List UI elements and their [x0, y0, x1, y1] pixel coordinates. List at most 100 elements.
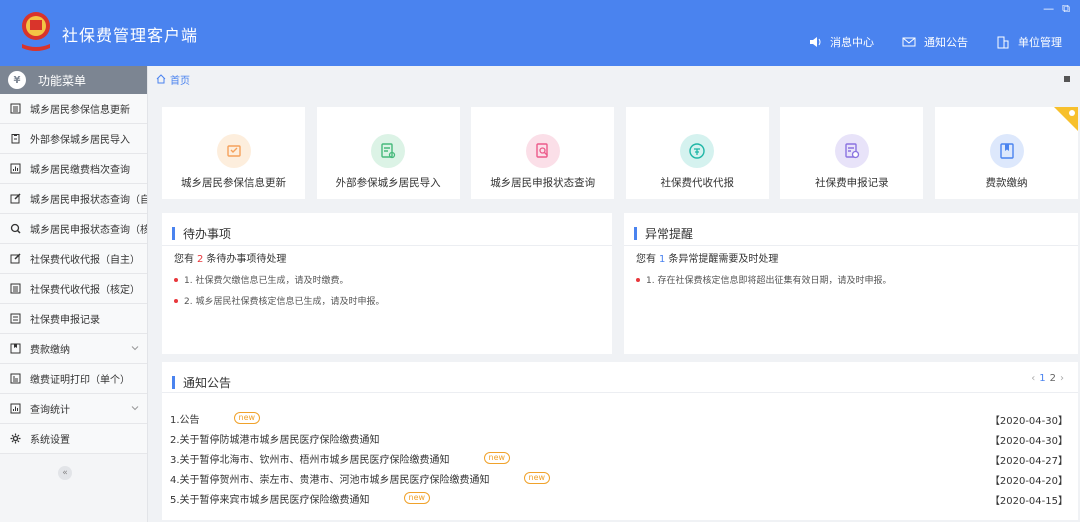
notice-title: 通知公告: [183, 376, 232, 390]
alert-item[interactable]: 1. 存在社保费核定信息即将超出征集有效日期，请及时申报。: [636, 269, 891, 290]
sidebar-item-7[interactable]: 社保费申报记录: [0, 304, 147, 334]
quick-card-5[interactable]: 费款缴纳: [935, 107, 1078, 199]
quick-card-4[interactable]: 社保费申报记录: [780, 107, 924, 199]
edit-icon: [10, 253, 21, 264]
notice-date: 【2020-04-20】: [989, 476, 1068, 487]
nav-message-center[interactable]: 消息中心: [808, 34, 874, 50]
clipboard-icon: [11, 134, 20, 144]
bullet-icon: [174, 277, 178, 282]
notice-list: 1.公告 new 【2020-04-30】 2.关于暂停防城港市城乡居民医疗保险缴费通…: [170, 408, 1068, 508]
user-doc-icon: [371, 134, 406, 168]
todo-item-text: 2. 城乡居民社保费核定信息已生成，请及时申报。: [184, 297, 385, 307]
new-badge: new: [483, 452, 511, 464]
alert-title: 异常提醒: [645, 227, 694, 241]
chevron-down-icon: [131, 346, 139, 351]
collapse-sidebar-button[interactable]: «: [58, 466, 72, 480]
search-doc-icon: [525, 134, 560, 168]
coin-icon: [680, 134, 715, 168]
gear-icon: [10, 433, 21, 444]
badge-dot-icon: [1069, 110, 1075, 116]
sidebar-item-10[interactable]: 查询统计: [0, 394, 147, 424]
quick-card-2[interactable]: 城乡居民申报状态查询: [471, 107, 615, 199]
sidebar-item-3[interactable]: 城乡居民申报状态查询（自主: [0, 184, 147, 214]
notice-title-text: 5.关于暂停来宾市城乡居民医疗保险缴费通知: [170, 494, 370, 506]
tax-emblem-logo: [22, 12, 50, 51]
sidebar-item-label: 费款缴纳: [30, 345, 70, 356]
menu-header-title: 功能菜单: [38, 73, 87, 88]
title-bar: 社保费管理客户端 — ⧉ 消息中心 通知公告 单位管理: [0, 0, 1080, 66]
sidebar-item-label: 社保费申报记录: [30, 315, 100, 326]
sidebar-item-label: 查询统计: [30, 405, 70, 416]
new-badge: new: [233, 412, 261, 424]
nav-notices[interactable]: 通知公告: [902, 34, 968, 50]
yuan-icon: ¥: [8, 71, 26, 89]
bullet-icon: [636, 277, 640, 282]
pager-next[interactable]: ›: [1060, 373, 1064, 384]
notice-panel: 通知公告 ‹ 1 2 › 1.公告 new 【2020-04-30】 2.关于暂停防城…: [162, 362, 1078, 520]
todo-title: 待办事项: [183, 227, 232, 241]
notice-date: 【2020-04-27】: [989, 456, 1068, 467]
notice-date: 【2020-04-15】: [989, 496, 1068, 507]
speaker-icon: [810, 37, 821, 47]
chart-icon: [10, 163, 21, 174]
alert-summary: 您有 1 条异常提醒需要及时处理: [636, 254, 779, 265]
sidebar-item-5[interactable]: 社保费代收代报（自主）: [0, 244, 147, 274]
todo-item[interactable]: 1. 社保费欠缴信息已生成，请及时缴费。: [174, 269, 384, 290]
doc-icon: [10, 313, 21, 324]
nav-unit-management[interactable]: 单位管理: [996, 34, 1062, 50]
restore-button[interactable]: ⧉: [1062, 2, 1070, 16]
quick-card-label: 城乡居民申报状态查询: [490, 177, 596, 189]
image-check-icon: [216, 134, 251, 168]
quick-cards: 城乡居民参保信息更新 外部参保城乡居民导入 城乡居民申报状态查询 社保费代收代报 社保费…: [162, 107, 1080, 199]
menu-header: ¥ 功能菜单: [0, 66, 147, 94]
tab-menu-icon[interactable]: [1064, 76, 1070, 82]
minimize-button[interactable]: —: [1043, 2, 1054, 16]
book-icon: [10, 343, 21, 354]
mail-icon: [902, 37, 916, 47]
quick-card-1[interactable]: 外部参保城乡居民导入: [316, 107, 460, 199]
quick-card-label: 社保费申报记录: [815, 177, 889, 189]
notice-title-text: 4.关于暂停贺州市、崇左市、贵港市、河池市城乡居民医疗保险缴费通知: [170, 474, 490, 486]
record-icon: [834, 134, 869, 168]
notice-date: 【2020-04-30】: [989, 436, 1068, 447]
notice-row[interactable]: 1.公告 new 【2020-04-30】: [170, 408, 1068, 428]
sidebar-item-label: 社保费代收代报（核定）: [30, 285, 140, 296]
sidebar-item-6[interactable]: 社保费代收代报（核定）: [0, 274, 147, 304]
sidebar-item-9[interactable]: 缴费证明打印（单个）: [0, 364, 147, 394]
window-controls: — ⧉: [1043, 2, 1070, 16]
sidebar-item-2[interactable]: 城乡居民缴费档次查询: [0, 154, 147, 184]
notice-row[interactable]: 4.关于暂停贺州市、崇左市、贵港市、河池市城乡居民医疗保险缴费通知 new 【202…: [170, 468, 1068, 488]
todo-item[interactable]: 2. 城乡居民社保费核定信息已生成，请及时申报。: [174, 290, 384, 311]
notice-row[interactable]: 5.关于暂停来宾市城乡居民医疗保险缴费通知 new 【2020-04-15】: [170, 488, 1068, 508]
pager-page-1[interactable]: 1: [1039, 373, 1045, 384]
todo-summary: 您有 2 条待办事项待处理: [174, 254, 287, 265]
sidebar-item-label: 城乡居民申报状态查询（自主: [30, 195, 147, 206]
notice-row[interactable]: 3.关于暂停北海市、钦州市、梧州市城乡居民医疗保险缴费通知 new 【2020-04…: [170, 448, 1068, 468]
bookmark-icon: [989, 134, 1024, 168]
notice-title-text: 3.关于暂停北海市、钦州市、梧州市城乡居民医疗保险缴费通知: [170, 454, 450, 466]
sidebar-item-8[interactable]: 费款缴纳: [0, 334, 147, 364]
menu-list: 城乡居民参保信息更新 外部参保城乡居民导入城乡居民缴费档次查询城乡居民申报状态查询…: [0, 94, 147, 454]
todo-list: 1. 社保费欠缴信息已生成，请及时缴费。 2. 城乡居民社保费核定信息已生成，请及…: [174, 269, 384, 311]
sidebar-item-4[interactable]: 城乡居民申报状态查询（核定: [0, 214, 147, 244]
quick-card-0[interactable]: 城乡居民参保信息更新: [162, 107, 305, 199]
breadcrumb-home[interactable]: 首页: [170, 72, 190, 87]
sidebar-item-0[interactable]: 城乡居民参保信息更新: [0, 94, 147, 124]
quick-card-3[interactable]: 社保费代收代报: [625, 107, 769, 199]
home-icon: [156, 74, 166, 84]
sidebar-item-label: 城乡居民缴费档次查询: [30, 165, 130, 176]
todo-panel: 待办事项 您有 2 条待办事项待处理 1. 社保费欠缴信息已生成，请及时缴费。 2. …: [162, 213, 612, 354]
notice-row[interactable]: 2.关于暂停防城港市城乡居民医疗保险缴费通知 【2020-04-30】: [170, 428, 1068, 448]
sidebar-item-11[interactable]: 系统设置: [0, 424, 147, 454]
alert-list: 1. 存在社保费核定信息即将超出征集有效日期，请及时申报。: [636, 269, 891, 290]
pager-page-2[interactable]: 2: [1050, 373, 1056, 384]
bullet-icon: [174, 298, 178, 303]
quick-card-label: 社保费代收代报: [660, 177, 735, 189]
alert-count: 1: [659, 254, 666, 265]
sidebar-item-label: 城乡居民申报状态查询（核定: [30, 225, 147, 236]
pager: ‹ 1 2 ›: [1031, 373, 1064, 384]
pager-prev[interactable]: ‹: [1031, 373, 1035, 384]
sidebar-item-1[interactable]: 外部参保城乡居民导入: [0, 124, 147, 154]
sidebar: ¥ 功能菜单 城乡居民参保信息更新 外部参保城乡居民导入 城乡居民缴费档次查询 城乡居…: [0, 66, 148, 522]
list-icon: [10, 103, 21, 114]
